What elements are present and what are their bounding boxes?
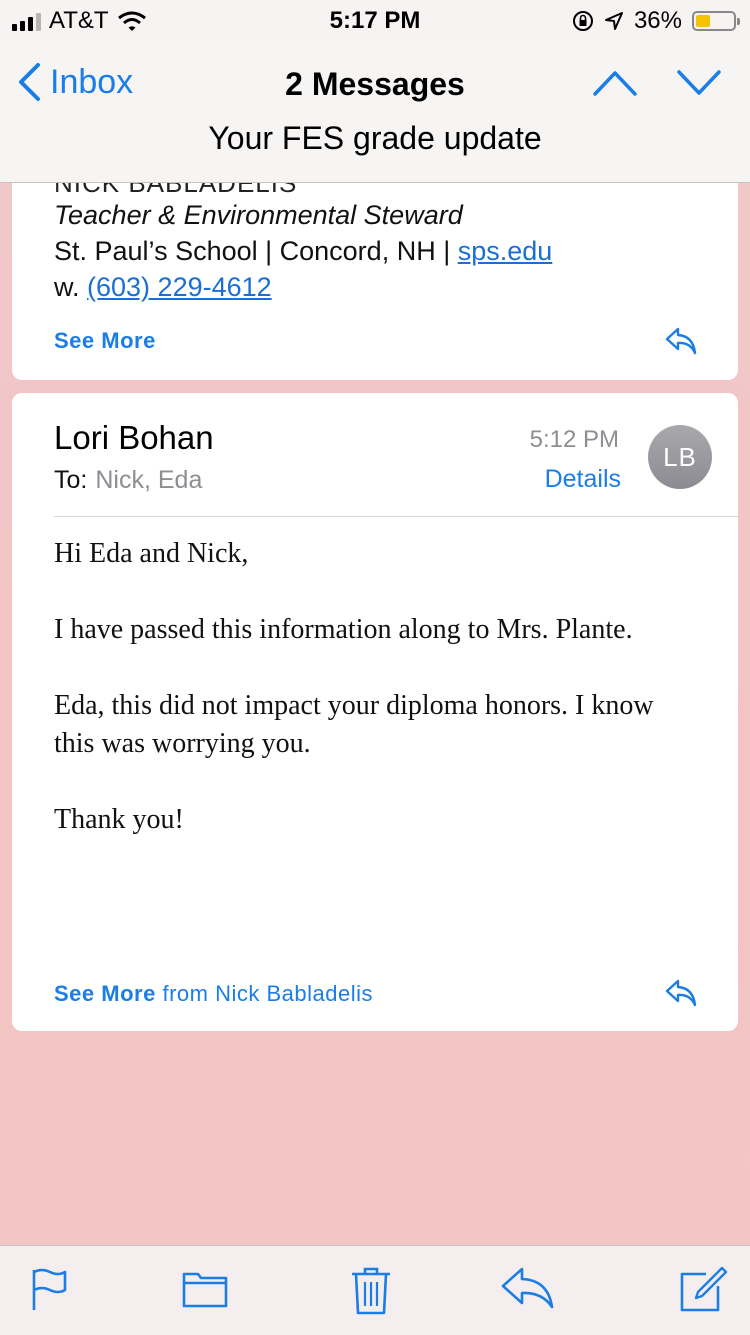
status-right: 36% — [572, 7, 740, 35]
battery-percent: 36% — [633, 7, 682, 34]
status-bar: AT&T 5:17 PM 36% — [0, 0, 750, 40]
location-icon — [604, 12, 623, 30]
reply-icon[interactable] — [500, 1266, 556, 1310]
phone-link[interactable]: (603) 229-4612 — [87, 272, 272, 302]
previous-message-icon[interactable] — [592, 68, 638, 98]
rotation-lock-icon — [572, 11, 593, 31]
sender-name: Lori Bohan — [54, 419, 214, 456]
body-line-greeting: Hi Eda and Nick, — [54, 538, 249, 569]
signature-school-text: St. Paul’s School | Concord, NH | — [54, 236, 458, 266]
signature-phone: w. (603) 229-4612 — [54, 272, 272, 303]
message-time: 5:12 PM — [529, 426, 619, 453]
body-line-1: I have passed this information along to … — [54, 614, 633, 645]
message-card-current: Lori Bohan To: Nick, Eda 5:12 PM Details … — [12, 393, 738, 1031]
compose-icon[interactable] — [678, 1266, 728, 1314]
see-more-button[interactable]: See More — [54, 328, 156, 354]
website-link[interactable]: sps.edu — [458, 236, 553, 266]
recipients: Nick, Eda — [95, 466, 203, 494]
message-body: Hi Eda and Nick, I have passed this info… — [54, 535, 694, 877]
phone-prefix: w. — [54, 272, 88, 302]
body-line-2: Eda, this did not impact your diploma ho… — [54, 690, 654, 759]
thread-subject: Your FES grade update — [208, 120, 542, 156]
see-more-label: See More — [54, 981, 156, 1006]
signature-school: St. Paul’s School | Concord, NH | sps.ed… — [54, 236, 552, 267]
folder-icon[interactable] — [182, 1266, 228, 1310]
body-line-closing: Thank you! — [54, 804, 184, 835]
trash-icon[interactable] — [350, 1266, 392, 1316]
reply-icon[interactable] — [664, 326, 698, 356]
details-button[interactable]: Details — [545, 465, 621, 494]
bottom-toolbar — [0, 1245, 750, 1335]
divider — [54, 516, 738, 517]
see-more-from: from Nick Babladelis — [162, 981, 373, 1006]
nav-bar: Inbox 2 Messages Your FES grade update — [0, 40, 750, 183]
avatar[interactable]: LB — [648, 425, 712, 489]
reply-icon[interactable] — [664, 978, 698, 1008]
battery-icon — [692, 11, 740, 31]
see-more-button[interactable]: See More from Nick Babladelis — [54, 981, 373, 1007]
message-card-previous: NICK BABLADELIS Teacher & Environmental … — [12, 150, 738, 380]
flag-icon[interactable] — [30, 1266, 70, 1312]
next-message-icon[interactable] — [676, 68, 722, 98]
to-label: To: — [54, 466, 88, 494]
signature-title: Teacher & Environmental Steward — [54, 200, 463, 230]
recipients-line: To: Nick, Eda — [54, 466, 202, 495]
